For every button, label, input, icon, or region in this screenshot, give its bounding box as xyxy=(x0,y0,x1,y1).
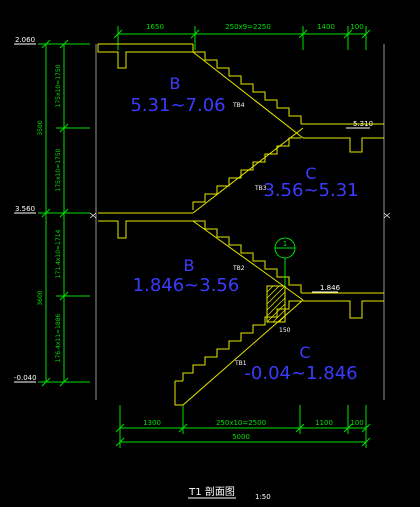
flight-letter-3: B xyxy=(184,256,195,275)
level-right-lower: 1.846 xyxy=(320,284,341,292)
flight-range-2: 3.56~5.31 xyxy=(263,180,358,201)
flight-range-1: 5.31~7.06 xyxy=(130,95,225,116)
top-dim-4: 100 xyxy=(350,23,363,31)
left-dim-lower-b: 176.4x11=1886 xyxy=(55,313,62,362)
drawing-title: T1 剖面图 xyxy=(188,485,235,498)
bottom-dim-4: 100 xyxy=(350,419,363,427)
flight-letter-4: C xyxy=(299,343,310,362)
bottom-dim-2: 250x10=2500 xyxy=(216,419,266,427)
grid-marker-label: 1 xyxy=(283,240,287,248)
top-dim-1: 1650 xyxy=(146,23,164,31)
level-top: 2.060 xyxy=(15,36,35,44)
flight-tag-tb2: TB2 xyxy=(232,265,245,272)
stair-section-drawing: 1650 250x9=2250 1400 100 1300 250x10=250… xyxy=(0,0,420,507)
drawing-scale: 1:50 xyxy=(255,493,271,501)
left-dimension-chain xyxy=(38,39,90,387)
beam-width-label: 150 xyxy=(279,327,291,334)
top-dim-2: 250x9=2250 xyxy=(225,23,271,31)
flight-range-3: 1.846~3.56 xyxy=(133,275,240,296)
left-dim-upper-b: 175x10=1750 xyxy=(55,148,62,191)
flight-tag-tb4: TB4 xyxy=(232,102,245,109)
flight-range-4: -0.04~1.846 xyxy=(244,363,357,384)
left-dim-upper-total: 3500 xyxy=(37,120,44,135)
level-bottom: -0.040 xyxy=(14,374,37,382)
bottom-dim-1: 1300 xyxy=(143,419,161,427)
flight-letter-1: B xyxy=(170,74,181,93)
left-dim-lower-a: 171.4x10=1714 xyxy=(55,229,62,278)
bottom-dim-3: 1100 xyxy=(315,419,333,427)
bottom-dim-total: 5000 xyxy=(232,433,250,441)
drawing-canvas: 1650 250x9=2250 1400 100 1300 250x10=250… xyxy=(14,23,391,501)
left-dim-upper-a: 175x10=1750 xyxy=(55,64,62,107)
level-mid: 3.560 xyxy=(15,205,35,213)
left-dim-lower-total: 3600 xyxy=(37,290,44,305)
top-dim-3: 1400 xyxy=(317,23,335,31)
